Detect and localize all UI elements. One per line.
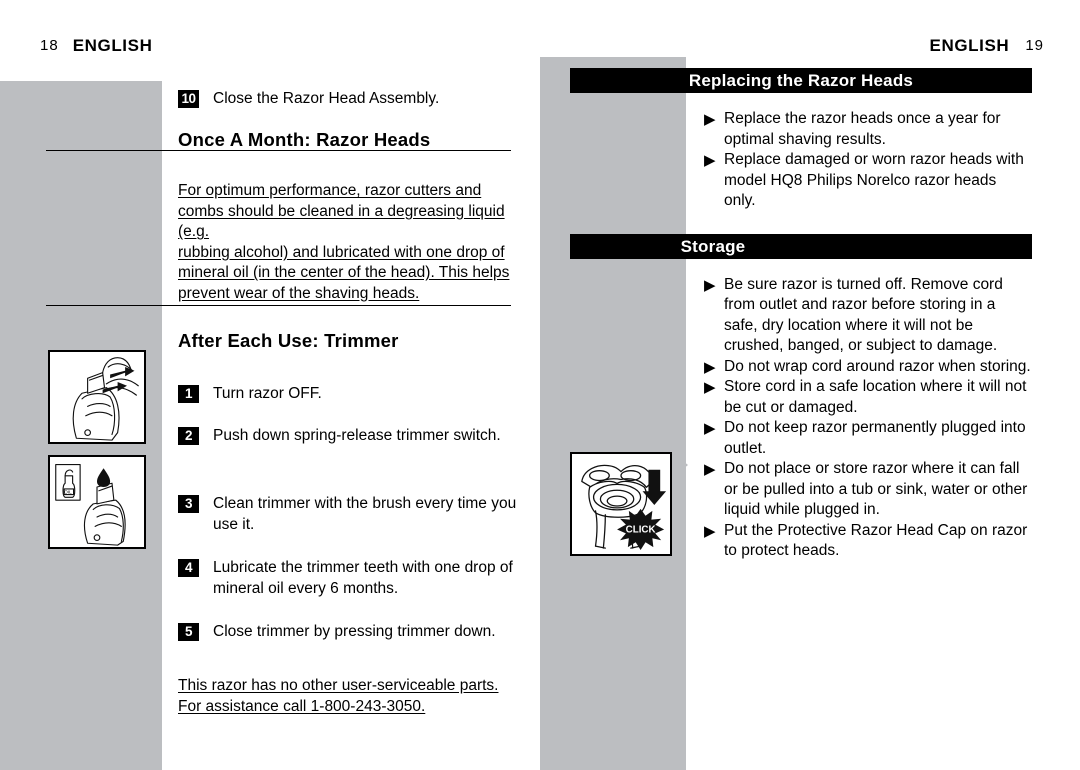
running-head-label-left: ENGLISH — [72, 36, 153, 55]
step-text: Turn razor OFF. — [213, 385, 322, 402]
trimmer-step-5: 5 Close trimmer by pressing trimmer down… — [178, 621, 518, 642]
bullet-triangle-icon: ▶ — [704, 420, 716, 437]
running-head-label-right: ENGLISH — [929, 36, 1010, 55]
trimmer-oil-drop-illustration: OIL — [48, 455, 146, 549]
svg-text:OIL: OIL — [64, 490, 72, 495]
list-item: ▶ Do not keep razor permanently plugged … — [700, 418, 1032, 459]
list-item-text: Do not place or store razor where it can… — [724, 460, 1028, 518]
trimmer-step-1: 1 Turn razor OFF. — [178, 383, 518, 404]
trimmer-spring-release-illustration — [48, 350, 146, 444]
page-number-right: 19 — [1025, 37, 1044, 54]
list-item: ▶ Replace the razor heads once a year fo… — [700, 109, 1032, 150]
step-number-badge: 5 — [178, 623, 199, 641]
service-footnote: This razor has no other user-serviceable… — [178, 676, 518, 717]
list-item: ▶ Store cord in a safe location where it… — [700, 377, 1032, 418]
list-item-text: Store cord in a safe location where it w… — [724, 378, 1027, 416]
paragraph-line: rubbing alcohol) and lubricated with one… — [178, 243, 505, 261]
step-text: Push down spring-release trimmer switch. — [213, 427, 501, 444]
step-text: Lubricate the trimmer teeth with one dro… — [213, 559, 513, 597]
bullet-triangle-icon: ▶ — [704, 152, 716, 169]
step-number-badge: 4 — [178, 559, 199, 577]
list-item-text: Replace the razor heads once a year for … — [724, 110, 1001, 148]
bullet-triangle-icon: ▶ — [704, 358, 716, 376]
section-band-replacing-the-razor-heads: Replacing the Razor Heads — [570, 68, 1032, 93]
step-text: Clean trimmer with the brush every time … — [213, 495, 517, 533]
left-page-text-column: 10 Close the Razor Head Assembly. Once A… — [178, 88, 518, 717]
step-text: Close trimmer by pressing trimmer down. — [213, 623, 496, 640]
step-number-badge: 1 — [178, 385, 199, 403]
list-item: ▶ Replace damaged or worn razor heads wi… — [700, 150, 1032, 212]
paragraph-line: mineral oil (in the center of the head).… — [178, 264, 510, 281]
bullet-triangle-icon: ▶ — [704, 461, 716, 478]
list-item: ▶ Do not wrap cord around razor when sto… — [700, 357, 1032, 378]
step-text: Close the Razor Head Assembly. — [213, 90, 440, 107]
paragraph-line: combs should be cleaned in a degreasing … — [178, 202, 505, 241]
trimmer-step-2: 2 Push down spring-release trimmer switc… — [178, 425, 518, 446]
bullet-triangle-icon: ▶ — [704, 379, 716, 396]
list-item-text: Do not keep razor permanently plugged in… — [724, 419, 1026, 457]
paragraph-line: prevent wear of the shaving heads. — [178, 284, 420, 302]
section-band-storage: Storage — [570, 233, 1032, 259]
bullet-triangle-icon: ▶ — [704, 522, 716, 540]
page-number-left: 18 — [40, 37, 59, 54]
list-item: ▶ Be sure razor is turned off. Remove co… — [700, 275, 1032, 357]
section-title-after-each-use: After Each Use: Trimmer — [178, 330, 399, 351]
footnote-line: This razor has no other user-serviceable… — [178, 677, 499, 694]
running-head-left: 18 ENGLISH — [40, 36, 152, 56]
footnote-line: For assistance call 1-800-243-3050. — [178, 697, 426, 715]
running-head-right: ENGLISH 19 — [930, 36, 1044, 56]
replacing-bullet-list: ▶ Replace the razor heads once a year fo… — [570, 109, 1032, 212]
trimmer-step-4: 4 Lubricate the trimmer teeth with one d… — [178, 557, 518, 599]
once-a-month-paragraph: For optimum performance, razor cutters a… — [178, 181, 518, 304]
step-number-badge: 10 — [178, 90, 199, 108]
pointer-wedge — [146, 400, 162, 426]
click-burst-label: CLICK — [626, 524, 656, 535]
pointer-wedge — [672, 452, 688, 478]
list-item-text: Be sure razor is turned off. Remove cord… — [724, 275, 1003, 355]
pointer-wedge — [146, 455, 162, 481]
list-item-text: Do not wrap cord around razor when stori… — [724, 357, 1031, 375]
step-number-badge: 2 — [178, 427, 199, 445]
step-number-badge: 3 — [178, 495, 199, 513]
list-item-text: Replace damaged or worn razor heads with… — [724, 151, 1024, 209]
trimmer-step-3: 3 Clean trimmer with the brush every tim… — [178, 493, 518, 535]
step-close-razor-head-assembly: 10 Close the Razor Head Assembly. — [178, 88, 518, 109]
bullet-triangle-icon: ▶ — [704, 111, 716, 128]
list-item: ▶ Do not place or store razor where it c… — [700, 459, 1032, 521]
section-title-once-a-month: Once A Month: Razor Heads — [178, 129, 431, 150]
paragraph-line: For optimum performance, razor cutters a… — [178, 182, 482, 199]
list-item-text: Put the Protective Razor Head Cap on raz… — [724, 521, 1028, 560]
bullet-triangle-icon: ▶ — [704, 276, 716, 294]
list-item: ▶ Put the Protective Razor Head Cap on r… — [700, 521, 1032, 562]
razor-head-cap-click-illustration: CLICK — [570, 452, 672, 556]
